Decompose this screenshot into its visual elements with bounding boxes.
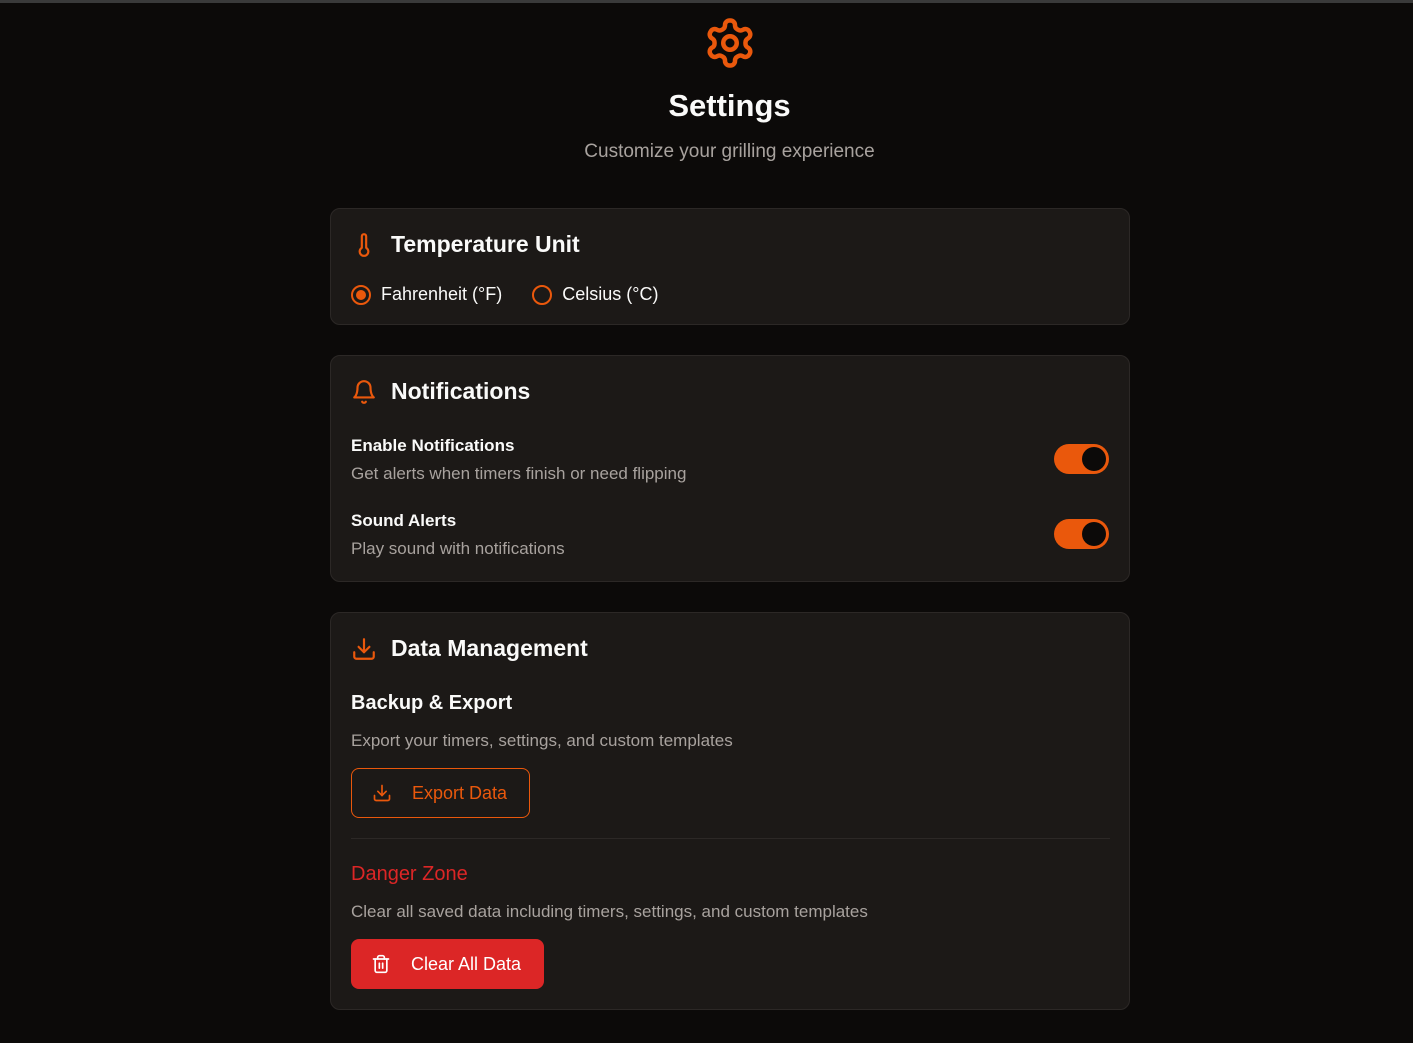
download-icon — [353, 637, 375, 660]
setting-name: Enable Notifications — [351, 436, 515, 455]
radio-fahrenheit[interactable]: Fahrenheit (°F) — [351, 284, 502, 305]
toggle-knob — [1082, 447, 1106, 471]
radio-fahrenheit-label[interactable]: Fahrenheit (°F) — [381, 284, 502, 305]
radio-fahrenheit-indicator[interactable] — [351, 284, 371, 305]
backup-export-title: Backup & Export — [351, 692, 513, 714]
page-subtitle: Customize your grilling experience — [584, 141, 875, 162]
export-data-label: Export Data — [412, 782, 508, 803]
toggle-knob — [1082, 522, 1106, 546]
page-title: Settings — [668, 88, 791, 123]
radio-selected-dot — [356, 289, 366, 300]
thermometer-icon — [358, 232, 370, 257]
danger-zone-title: Danger Zone — [351, 863, 468, 885]
notifications-title: Notifications — [391, 378, 531, 404]
notifications-header: Notifications — [351, 378, 530, 405]
radio-celsius-label[interactable]: Celsius (°C) — [562, 284, 658, 305]
setting-sound-alerts: Sound Alerts Play sound with notificatio… — [351, 511, 1109, 561]
danger-zone-description: Clear all saved data including timers, s… — [351, 902, 868, 921]
setting-description: Get alerts when timers finish or need fl… — [351, 464, 687, 483]
settings-page: Settings Customize your grilling experie… — [0, 0, 1413, 1043]
export-data-button[interactable]: Export Data — [351, 768, 530, 818]
backup-export-description: Export your timers, settings, and custom… — [351, 731, 733, 750]
enable-notifications-toggle[interactable] — [1054, 444, 1109, 474]
trash-icon — [372, 954, 390, 974]
bell-icon — [353, 379, 375, 404]
sound-alerts-toggle[interactable] — [1054, 519, 1109, 549]
gear-icon — [707, 18, 753, 68]
setting-description: Play sound with notifications — [351, 539, 565, 558]
data-management-header: Data Management — [351, 635, 588, 662]
temperature-unit-header: Temperature Unit — [351, 231, 580, 258]
temperature-unit-card: Temperature Unit Fahrenheit (°F) Celsius… — [330, 208, 1130, 325]
data-management-card: Data Management Backup & Export Export y… — [330, 612, 1130, 1010]
data-management-title: Data Management — [391, 635, 588, 661]
temperature-unit-title: Temperature Unit — [391, 231, 580, 257]
clear-all-data-button[interactable]: Clear All Data — [351, 939, 544, 989]
radio-celsius-indicator[interactable] — [532, 284, 553, 305]
radio-celsius[interactable]: Celsius (°C) — [532, 284, 658, 305]
notifications-card: Notifications Enable Notifications Get a… — [330, 355, 1130, 582]
section-divider — [351, 838, 1110, 839]
temperature-unit-radio-group: Fahrenheit (°F) Celsius (°C) — [351, 284, 688, 305]
clear-all-data-label: Clear All Data — [411, 953, 522, 974]
setting-name: Sound Alerts — [351, 511, 457, 530]
setting-enable-notifications: Enable Notifications Get alerts when tim… — [351, 436, 1109, 486]
download-icon — [373, 784, 391, 802]
